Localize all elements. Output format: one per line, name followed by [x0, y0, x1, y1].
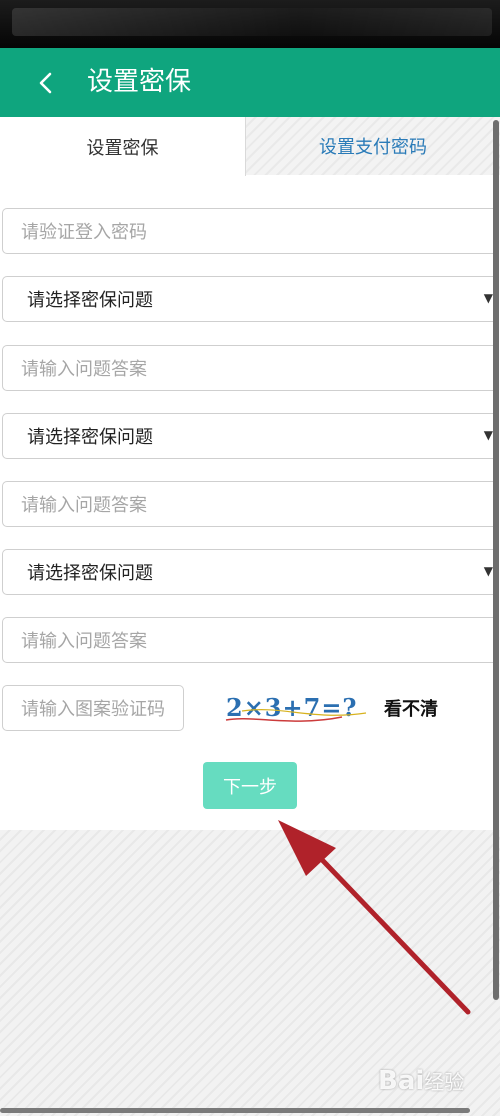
select-label: 请选择密保问题: [27, 290, 153, 311]
tab-set-security-question[interactable]: 设置密保: [0, 117, 246, 176]
refresh-captcha-link[interactable]: 看不清: [384, 695, 438, 721]
back-button[interactable]: [30, 66, 64, 100]
security-form: 请验证登入密码 请选择密保问题 ▼ 请输入问题答案 请选择密保问题 ▼ 请输入问…: [0, 175, 500, 830]
answer-input-1[interactable]: 请输入问题答案: [2, 345, 498, 391]
security-question-select-3[interactable]: 请选择密保问题 ▼: [2, 549, 498, 595]
page-title: 设置密保: [87, 67, 192, 97]
login-password-input[interactable]: 请验证登入密码: [2, 208, 498, 254]
security-question-select-1[interactable]: 请选择密保问题 ▼: [2, 276, 498, 322]
baidu-watermark: Bai经验: [378, 1066, 464, 1096]
next-step-button[interactable]: 下一步: [203, 762, 297, 809]
status-bar: [0, 0, 500, 48]
caret-down-icon: ▼: [483, 428, 493, 442]
status-bar-blur: [12, 8, 492, 36]
caret-down-icon: ▼: [483, 291, 493, 305]
app-header: 设置密保: [0, 48, 500, 117]
tab-bar: 设置密保 设置支付密码: [0, 117, 500, 176]
answer-input-2[interactable]: 请输入问题答案: [2, 481, 498, 527]
answer-input-3[interactable]: 请输入问题答案: [2, 617, 498, 663]
chevron-left-icon: [39, 72, 52, 94]
caret-down-icon: ▼: [483, 564, 493, 578]
vertical-scrollbar[interactable]: [493, 120, 499, 1000]
watermark-text: Bai: [378, 1066, 425, 1096]
tab-set-payment-password[interactable]: 设置支付密码: [246, 117, 500, 175]
select-label: 请选择密保问题: [27, 427, 153, 448]
security-question-select-2[interactable]: 请选择密保问题 ▼: [2, 413, 498, 459]
captcha-input[interactable]: 请输入图案验证码: [2, 685, 184, 731]
horizontal-scrollbar[interactable]: [0, 1108, 470, 1113]
select-label: 请选择密保问题: [27, 563, 153, 584]
watermark-suffix: 经验: [424, 1070, 465, 1094]
captcha-image[interactable]: 2×3+7=?: [222, 687, 372, 729]
